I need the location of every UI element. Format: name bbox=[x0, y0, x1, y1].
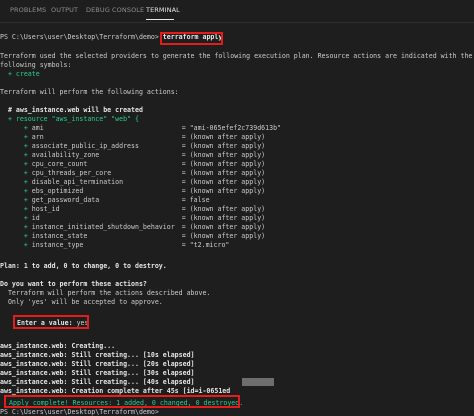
attribute-value: = (known after apply) bbox=[181, 187, 266, 195]
progress-line: aws_instance.web: Creating... bbox=[0, 342, 116, 350]
attribute-value: = (known after apply) bbox=[181, 223, 266, 231]
add-symbol: + bbox=[0, 124, 32, 132]
progress-line: aws_instance.web: Still creating... [30s… bbox=[0, 369, 195, 377]
attribute-row: + instance_type = "t2.micro" bbox=[0, 241, 230, 250]
intro-line-1: Terraform used the selected providers to… bbox=[0, 52, 473, 60]
attribute-row: + ebs_optimized = (known after apply) bbox=[0, 187, 265, 196]
progress-line: aws_instance.web: Still creating... [40s… bbox=[0, 378, 195, 386]
resource-comment: # aws_instance.web will be created bbox=[0, 106, 143, 114]
attribute-name: id bbox=[31, 214, 40, 222]
attribute-row: + cpu_core_count = (known after apply) bbox=[0, 160, 265, 169]
confirm-desc-1: Terraform will perform the actions descr… bbox=[0, 289, 211, 297]
add-symbol: + bbox=[0, 133, 32, 141]
attribute-value: = (known after apply) bbox=[181, 214, 266, 222]
attribute-name: instance_type bbox=[31, 241, 84, 249]
tab-debug-console[interactable]: DEBUG CONSOLE bbox=[86, 6, 144, 15]
active-tab-indicator bbox=[146, 19, 174, 20]
attribute-name: cpu_core_count bbox=[31, 160, 88, 168]
attribute-row: + ami = "ami-065efef2c739d613b" bbox=[0, 124, 281, 133]
apply-complete-highlight-box bbox=[4, 395, 240, 408]
attribute-value: = "t2.micro" bbox=[181, 241, 230, 249]
confirm-question: Do you want to perform these actions? bbox=[0, 280, 147, 288]
attribute-row: + availability_zone = (known after apply) bbox=[0, 151, 265, 160]
attribute-value: = (known after apply) bbox=[181, 151, 266, 159]
attribute-value: = (known after apply) bbox=[181, 160, 266, 168]
terminal-output[interactable]: PS C:\Users\user\Desktop\Terraform\demo>… bbox=[0, 23, 474, 416]
enter-value-highlight-box bbox=[13, 315, 89, 329]
add-symbol: + bbox=[0, 223, 32, 231]
confirm-desc-2: Only 'yes' will be accepted to approve. bbox=[0, 298, 163, 306]
attribute-name: ebs_optimized bbox=[31, 187, 84, 195]
resource-open: + resource "aws_instance" "web" { bbox=[0, 115, 139, 123]
attribute-value: = (known after apply) bbox=[181, 142, 266, 150]
add-symbol: + bbox=[0, 178, 32, 186]
attribute-row: + instance_initiated_shutdown_behavior = … bbox=[0, 223, 265, 232]
attribute-row: + disable_api_termination = (known after … bbox=[0, 178, 265, 187]
tab-terminal[interactable]: TERMINAL bbox=[146, 6, 180, 15]
add-symbol: + bbox=[0, 187, 32, 195]
attribute-name: ami bbox=[31, 124, 44, 132]
attribute-name: availability_zone bbox=[31, 151, 100, 159]
attribute-name: instance_state bbox=[31, 232, 88, 240]
progress-line: aws_instance.web: Still creating... [10s… bbox=[0, 351, 195, 359]
attribute-value: = (known after apply) bbox=[181, 205, 266, 213]
attribute-name: instance_initiated_shutdown_behavior bbox=[31, 223, 175, 231]
add-symbol: + bbox=[0, 169, 32, 177]
panel-tab-bar: PROBLEMS OUTPUT DEBUG CONSOLE TERMINAL bbox=[0, 0, 474, 23]
add-symbol: + bbox=[0, 151, 32, 159]
tab-output[interactable]: OUTPUT bbox=[51, 6, 78, 15]
add-symbol: + bbox=[0, 214, 32, 222]
tab-problems[interactable]: PROBLEMS bbox=[10, 6, 46, 15]
add-symbol: + bbox=[0, 142, 32, 150]
create-symbol-line: + create bbox=[0, 70, 40, 78]
will-perform-line: Terraform will perform the following act… bbox=[0, 88, 179, 96]
attribute-name: arn bbox=[31, 133, 44, 141]
plan-summary: Plan: 1 to add, 0 to change, 0 to destro… bbox=[0, 262, 167, 270]
command-highlight-box bbox=[160, 32, 223, 45]
add-symbol: + bbox=[0, 241, 32, 249]
attribute-row: + id = (known after apply) bbox=[0, 214, 265, 223]
attribute-value: = (known after apply) bbox=[181, 169, 266, 177]
redacted-instance-id bbox=[242, 378, 274, 386]
attribute-name: disable_api_termination bbox=[31, 178, 124, 186]
prompt-path: PS C:\Users\user\Desktop\Terraform\demo> bbox=[0, 33, 159, 41]
attribute-row: + get_password_data = false bbox=[0, 196, 210, 205]
attribute-row: + instance_state = (known after apply) bbox=[0, 232, 265, 241]
attribute-row: + associate_public_ip_address = (known af… bbox=[0, 142, 265, 151]
add-symbol: + bbox=[0, 160, 32, 168]
attribute-name: host_id bbox=[31, 205, 60, 213]
attribute-row: + arn = (known after apply) bbox=[0, 133, 265, 142]
progress-line: aws_instance.web: Still creating... [20s… bbox=[0, 360, 195, 368]
attribute-row: + cpu_threads_per_core = (known after app… bbox=[0, 169, 265, 178]
attribute-name: get_password_data bbox=[31, 196, 100, 204]
add-symbol: + bbox=[0, 205, 32, 213]
attribute-value: = (known after apply) bbox=[181, 232, 266, 240]
attribute-value: = "ami-065efef2c739d613b" bbox=[181, 124, 282, 132]
add-symbol: + bbox=[0, 196, 32, 204]
attribute-name: cpu_threads_per_core bbox=[31, 169, 112, 177]
final-prompt[interactable]: PS C:\Users\user\Desktop\Terraform\demo> bbox=[0, 408, 159, 416]
attribute-row: + host_id = (known after apply) bbox=[0, 205, 265, 214]
attribute-value: = (known after apply) bbox=[181, 133, 266, 141]
intro-line-2: following symbols: bbox=[0, 61, 72, 69]
attribute-value: = (known after apply) bbox=[181, 178, 266, 186]
add-symbol: + bbox=[0, 232, 32, 240]
attribute-name: associate_public_ip_address bbox=[31, 142, 139, 150]
attribute-value: = false bbox=[181, 196, 210, 204]
